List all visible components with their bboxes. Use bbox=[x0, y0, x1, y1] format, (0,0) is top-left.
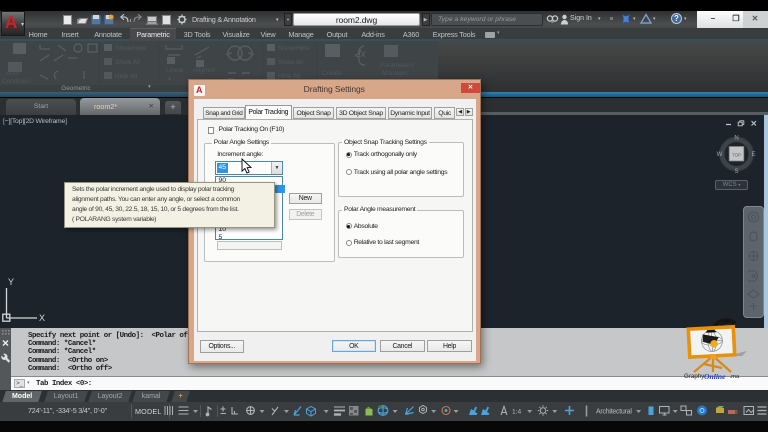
svg-text:N: N bbox=[734, 136, 738, 142]
svg-text:E: E bbox=[751, 152, 755, 158]
svg-text:W: W bbox=[717, 152, 723, 158]
svg-text:Show/Hide: Show/Hide bbox=[278, 45, 310, 52]
svg-text:1:4: 1:4 bbox=[512, 409, 521, 416]
svg-text:Show All: Show All bbox=[115, 59, 140, 66]
svg-text:Online: Online bbox=[704, 372, 726, 381]
svg-text:fx: fx bbox=[358, 49, 367, 60]
svg-text:Linear: Linear bbox=[166, 67, 185, 74]
svg-text:Hide All: Hide All bbox=[115, 73, 138, 80]
svg-text:Parameters: Parameters bbox=[380, 62, 414, 69]
svg-text:Architectural: Architectural bbox=[596, 409, 632, 416]
svg-text:▾: ▾ bbox=[168, 76, 172, 83]
svg-text:.ma: .ma bbox=[730, 374, 740, 380]
svg-text:Auto: Auto bbox=[6, 70, 20, 77]
svg-text:Graphy: Graphy bbox=[684, 373, 705, 380]
svg-text:Aligned: Aligned bbox=[193, 67, 215, 74]
svg-text:Constrain: Constrain bbox=[2, 78, 30, 85]
svg-text:Manager: Manager bbox=[382, 70, 408, 77]
svg-text:Show All: Show All bbox=[278, 59, 303, 66]
svg-text:Y: Y bbox=[8, 277, 14, 287]
svg-text:TOP: TOP bbox=[732, 152, 741, 157]
svg-text:Show/Hide: Show/Hide bbox=[115, 45, 147, 52]
svg-text:X: X bbox=[39, 313, 45, 323]
svg-text:S: S bbox=[734, 169, 738, 174]
svg-text:Create: Create bbox=[322, 70, 342, 77]
